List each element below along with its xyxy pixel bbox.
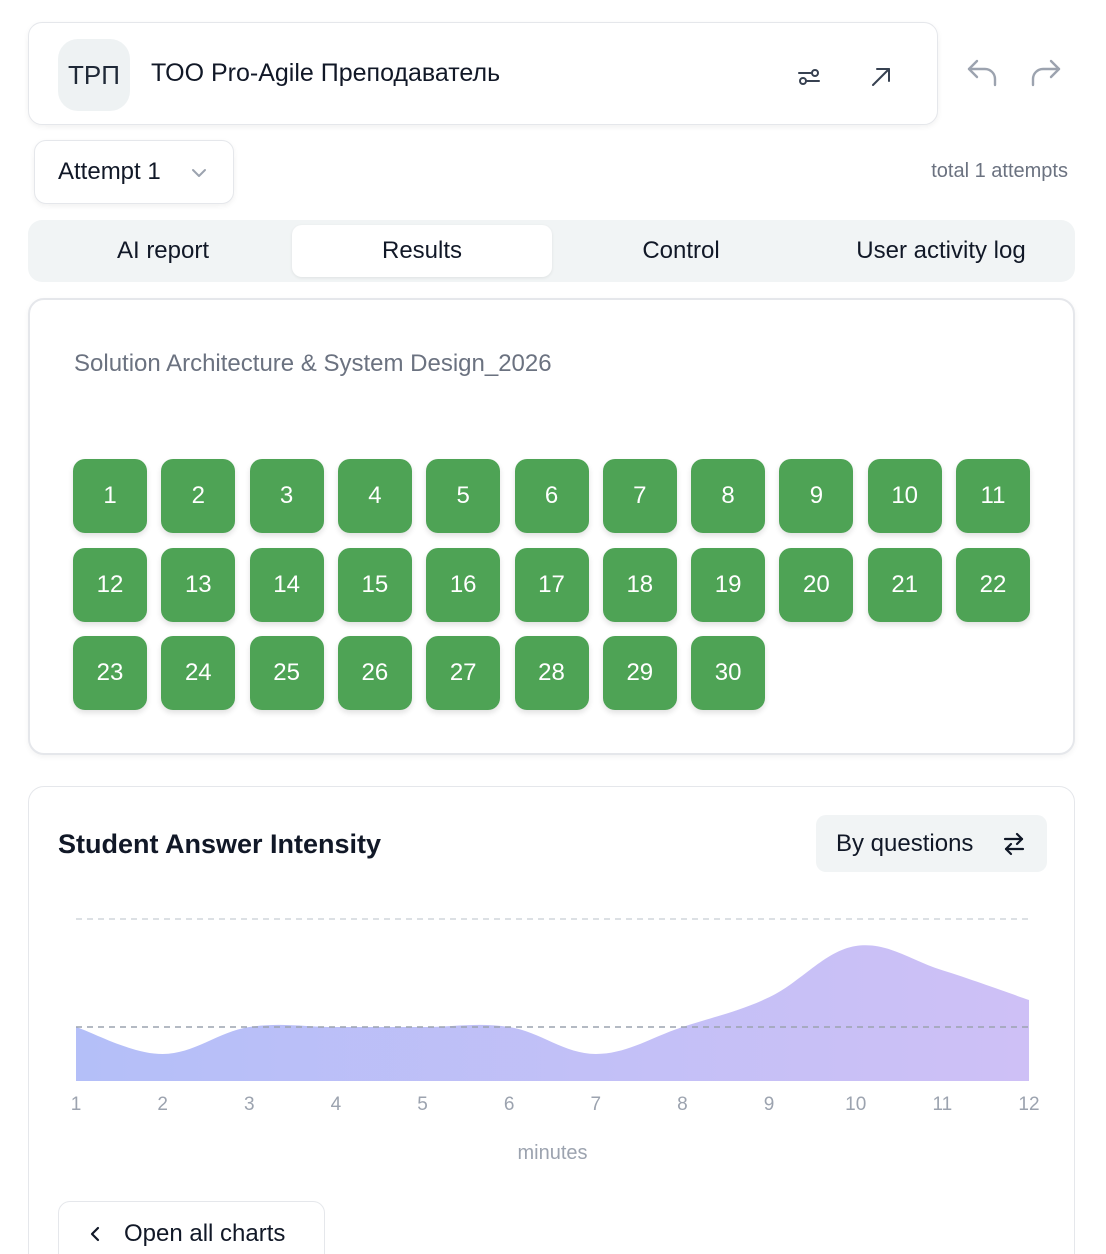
open-all-charts-label: Open all charts — [124, 1220, 286, 1247]
tab-user-activity-log[interactable]: User activity log — [811, 225, 1071, 277]
question-button[interactable]: 10 — [867, 459, 942, 533]
chart-x-tick-label: 4 — [331, 1094, 342, 1115]
question-button[interactable]: 9 — [779, 459, 854, 533]
question-button[interactable]: 28 — [514, 636, 589, 710]
total-attempts: total 1 attempts — [931, 160, 1068, 182]
question-button[interactable]: 30 — [691, 636, 766, 710]
question-button[interactable]: 7 — [602, 459, 677, 533]
question-button[interactable]: 23 — [73, 636, 147, 710]
external-link-icon[interactable] — [861, 57, 901, 97]
chart-x-tick-label: 7 — [591, 1094, 602, 1115]
org-title: ТОО Pro-Agile Преподаватель — [151, 59, 501, 87]
sliders-icon[interactable] — [789, 57, 829, 97]
tab-results[interactable]: Results — [292, 225, 552, 277]
chart-area-series — [76, 945, 1029, 1081]
results-card: Solution Architecture & System Design_20… — [28, 298, 1075, 755]
chart-x-tick-label: 5 — [417, 1094, 428, 1115]
question-button[interactable]: 29 — [602, 636, 677, 710]
tab-ai-report[interactable]: AI report — [33, 225, 293, 277]
tab-control[interactable]: Control — [551, 225, 811, 277]
org-header-card: ТРП ТОО Pro-Agile Преподаватель — [28, 22, 938, 125]
question-button[interactable]: 24 — [161, 636, 236, 710]
question-button[interactable]: 3 — [249, 459, 324, 533]
chevron-down-icon — [192, 169, 206, 177]
chart-x-tick-label: 1 — [71, 1094, 82, 1115]
redo-icon[interactable] — [1026, 52, 1066, 92]
question-button[interactable]: 6 — [514, 459, 589, 533]
chart-x-tick-label: 8 — [677, 1094, 688, 1115]
question-button[interactable]: 21 — [867, 547, 942, 622]
question-button[interactable]: 1 — [73, 459, 147, 533]
question-button[interactable]: 2 — [161, 459, 236, 533]
question-button[interactable]: 8 — [691, 459, 766, 533]
attempt-select[interactable]: Attempt 1 — [34, 140, 234, 204]
question-button[interactable]: 17 — [514, 547, 589, 622]
question-button[interactable]: 4 — [337, 459, 412, 533]
question-button[interactable]: 22 — [956, 547, 1030, 622]
question-button[interactable]: 5 — [426, 459, 501, 533]
attempt-select-value: Attempt 1 — [58, 158, 161, 185]
chart-x-tick-label: 3 — [244, 1094, 255, 1115]
question-button[interactable]: 14 — [249, 547, 324, 622]
open-all-charts-button[interactable]: Open all charts — [58, 1201, 325, 1254]
question-button[interactable]: 16 — [426, 547, 501, 622]
chart-x-tick-label: 11 — [932, 1094, 952, 1115]
question-button[interactable]: 20 — [779, 547, 854, 622]
chart-x-tick-label: 9 — [764, 1094, 775, 1115]
chart-x-tick-label: 2 — [157, 1094, 168, 1115]
question-button[interactable]: 11 — [956, 459, 1030, 533]
intensity-chart-card: Student Answer Intensity By questions 12… — [28, 786, 1075, 1254]
avatar: ТРП — [58, 39, 130, 111]
question-button[interactable]: 15 — [337, 547, 412, 622]
question-button[interactable]: 12 — [73, 547, 147, 622]
question-button[interactable]: 19 — [691, 547, 766, 622]
question-button[interactable]: 18 — [602, 547, 677, 622]
tab-bar: AI report Results Control User activity … — [28, 220, 1075, 282]
chart-x-tick-label: 10 — [845, 1094, 866, 1115]
chart-x-tick-label: 6 — [504, 1094, 515, 1115]
chevron-left-icon — [90, 1226, 100, 1242]
question-button[interactable]: 25 — [249, 636, 324, 710]
chart-x-tick-label: 12 — [1018, 1094, 1039, 1115]
question-button[interactable]: 13 — [161, 547, 236, 622]
test-title: Solution Architecture & System Design_20… — [74, 350, 552, 377]
chart-x-axis-label: minutes — [517, 1142, 587, 1164]
question-button[interactable]: 27 — [426, 636, 501, 710]
intensity-area-chart: 1 2 3 4 5 6 7 8 9 10 11 12 minutes — [71, 918, 1040, 1164]
question-button[interactable]: 26 — [337, 636, 412, 710]
undo-icon[interactable] — [962, 52, 1002, 92]
